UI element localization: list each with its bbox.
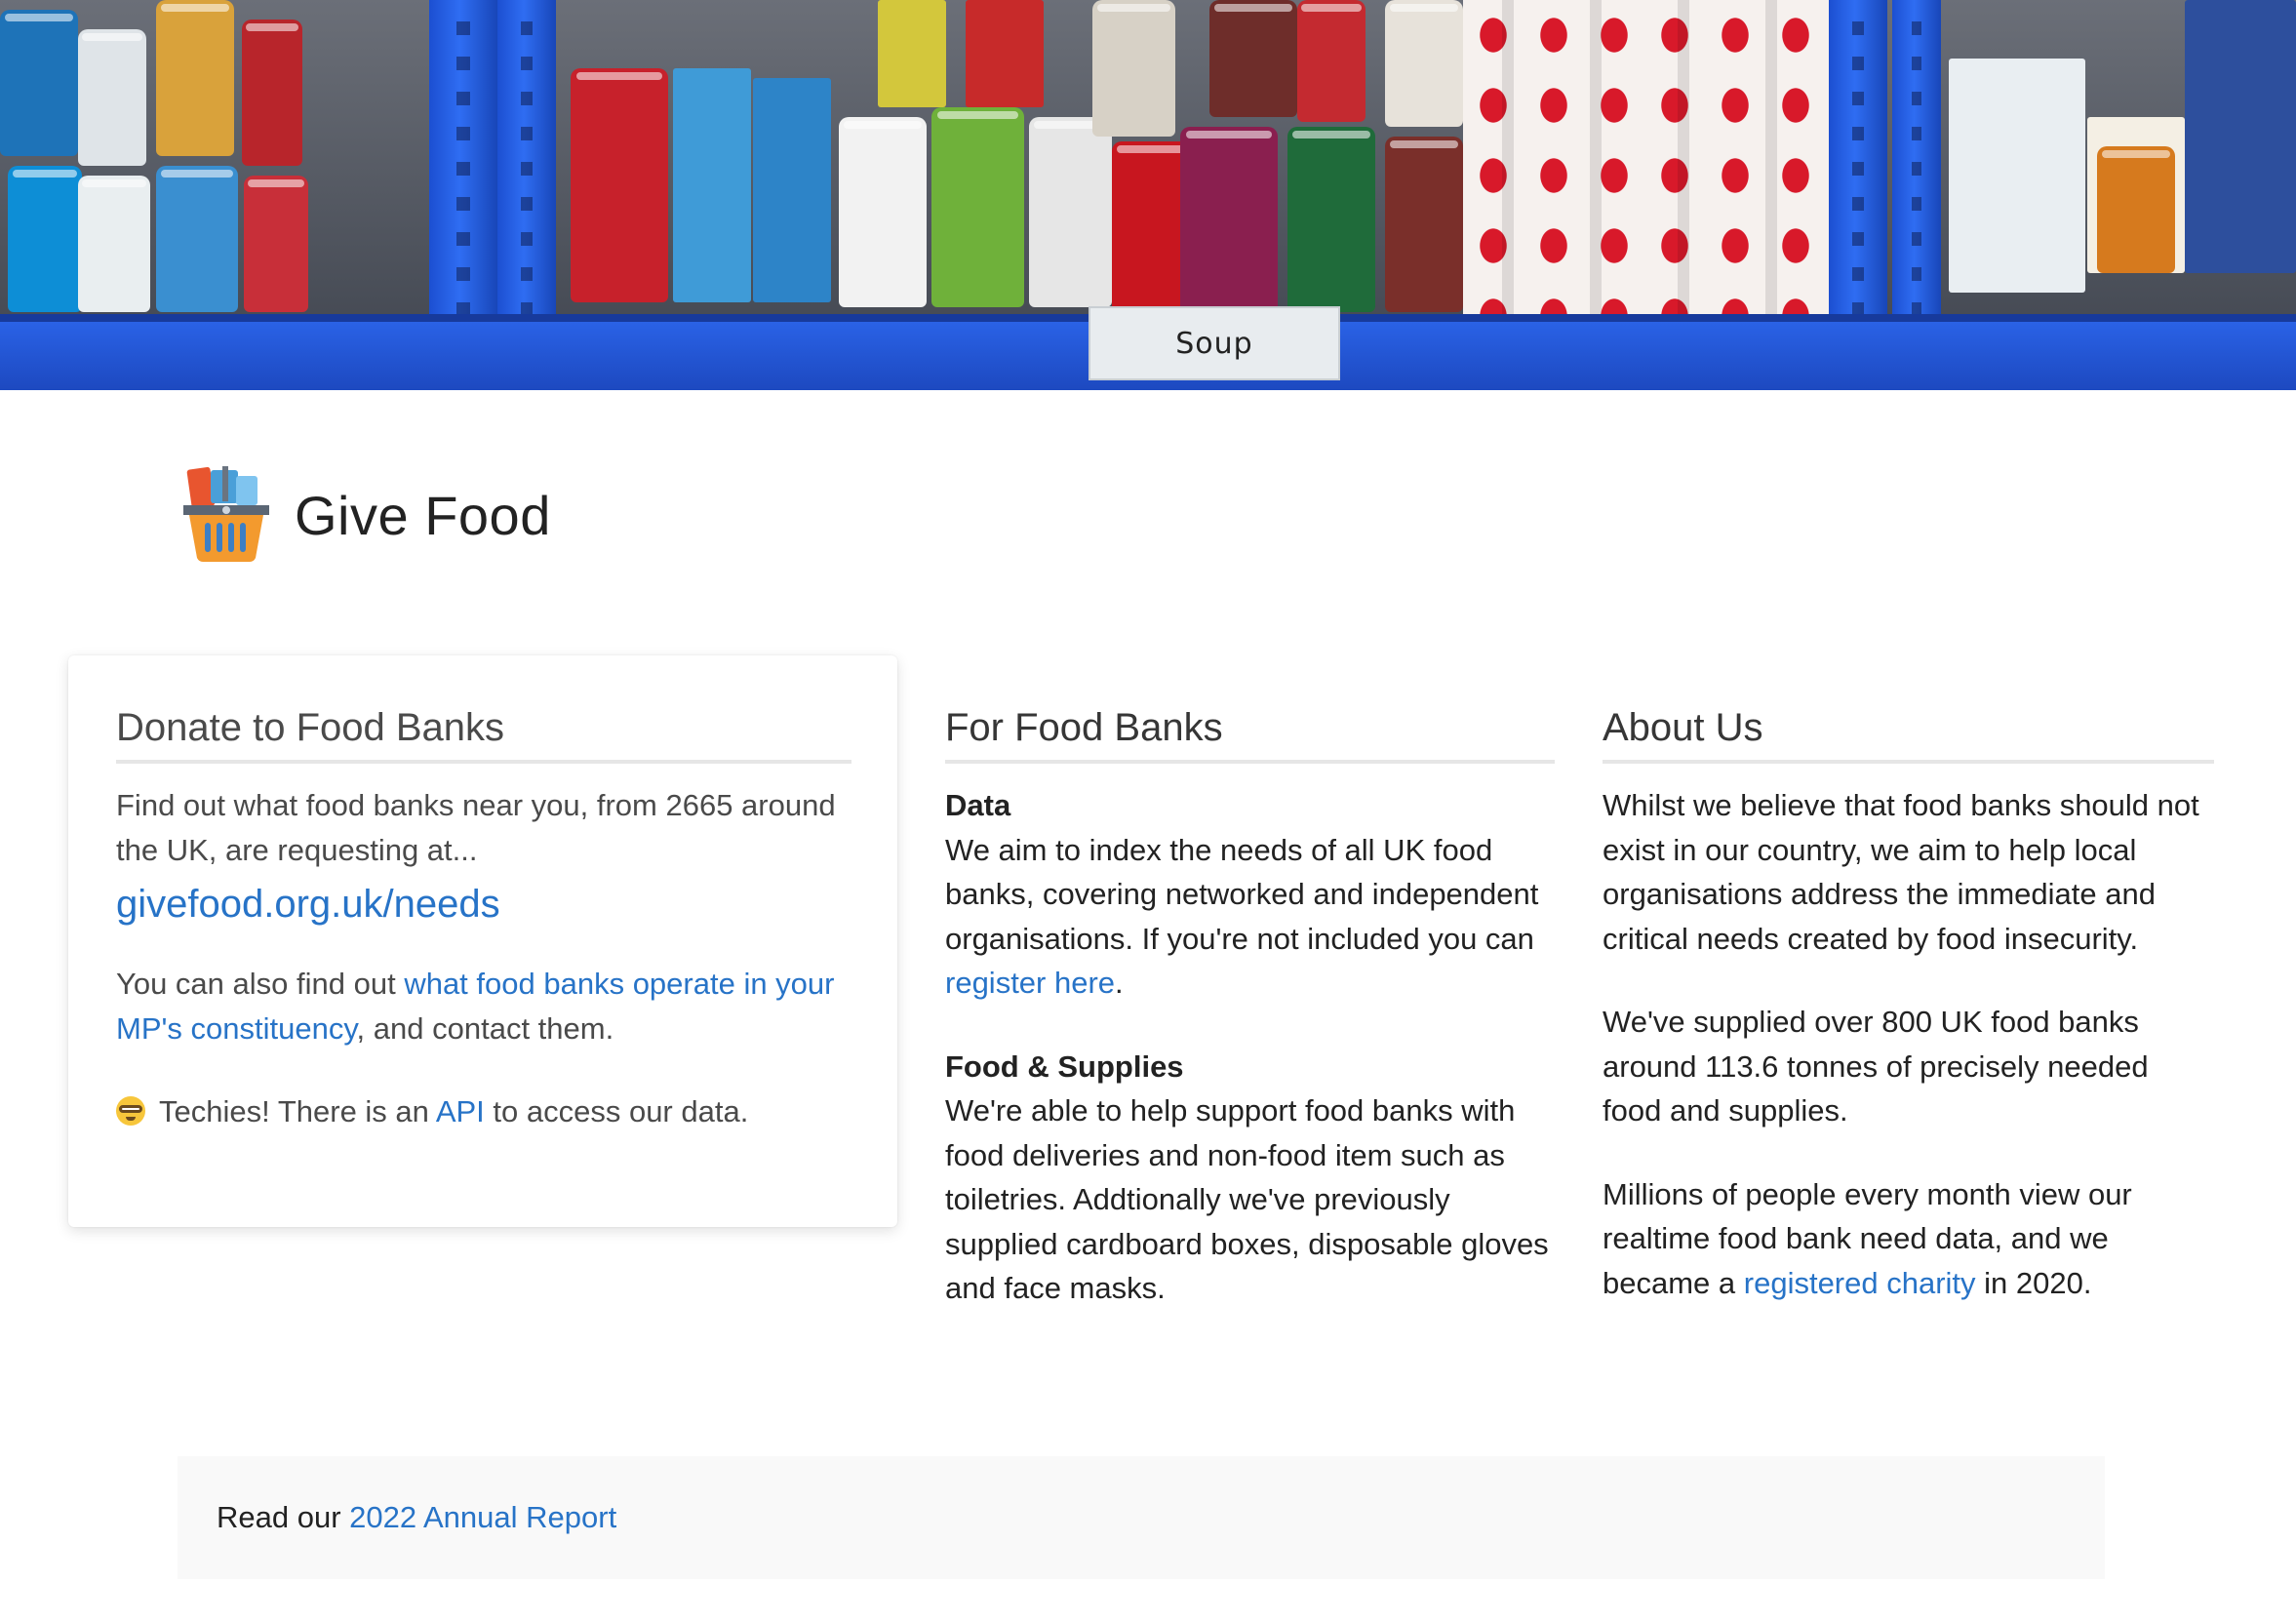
- box-pack: [1949, 59, 2085, 293]
- can-soup: [931, 107, 1024, 307]
- can-soup: [1385, 0, 1463, 127]
- about-p1: Whilst we believe that food banks should…: [1603, 788, 2199, 956]
- can-beans: [8, 166, 82, 312]
- site-brand[interactable]: Give Food: [181, 466, 551, 564]
- can-soup: [1092, 0, 1175, 137]
- register-link[interactable]: register here: [945, 966, 1115, 1000]
- supplies-section: Food & Supplies We're able to help suppo…: [945, 1045, 1555, 1311]
- needs-link[interactable]: givefood.org.uk/needs: [116, 876, 851, 932]
- donate-heading: Donate to Food Banks: [116, 706, 851, 764]
- shelf-label-card: Soup: [1089, 306, 1340, 380]
- box-cup-soup: [753, 78, 831, 302]
- report-prefix: Read our: [217, 1500, 350, 1534]
- can-beans: [242, 20, 302, 166]
- can-soup: [839, 117, 927, 307]
- data-text: We aim to index the needs of all UK food…: [945, 828, 1555, 1006]
- for-food-banks-column: For Food Banks Data We aim to index the …: [945, 706, 1555, 1311]
- donate-column: Donate to Food Banks Find out what food …: [116, 706, 851, 1134]
- mp-prefix: You can also find out: [116, 967, 405, 1001]
- techies-suffix: to access our data.: [484, 1094, 749, 1128]
- hero-banner-photo: Soup: [0, 0, 2296, 390]
- box-cup-soup: [673, 68, 751, 302]
- can-beans: [78, 29, 146, 166]
- data-section: Data We aim to index the needs of all UK…: [945, 783, 1555, 1006]
- can-soup: [1209, 0, 1297, 117]
- about-us-heading: About Us: [1603, 706, 2214, 764]
- about-p2: We've supplied over 800 UK food banks ar…: [1603, 1005, 2149, 1127]
- can-beans: [0, 10, 78, 156]
- techies-paragraph: Techies! There is an API to access our d…: [116, 1089, 851, 1134]
- can-soup: [1180, 127, 1278, 312]
- supplies-title: Food & Supplies: [945, 1048, 1184, 1084]
- box-soup: [966, 0, 1044, 107]
- can-soup: [1385, 137, 1463, 312]
- about-p3: Millions of people every month view our …: [1603, 1172, 2214, 1306]
- can-soup: [571, 68, 668, 302]
- api-link[interactable]: API: [436, 1094, 485, 1128]
- supplies-text: We're able to help support food banks wi…: [945, 1093, 1549, 1305]
- techies-prefix: Techies! There is an: [151, 1094, 436, 1128]
- mp-paragraph: You can also find out what food banks op…: [116, 962, 851, 1050]
- site-title[interactable]: Give Food: [295, 484, 551, 547]
- box-soup: [878, 0, 946, 107]
- can-beans: [244, 176, 308, 312]
- about-p3-suffix: in 2020.: [1975, 1265, 2092, 1300]
- data-title: Data: [945, 788, 1011, 822]
- can-beans: [156, 0, 234, 156]
- annual-report-bar: Read our 2022 Annual Report: [178, 1456, 2105, 1579]
- nerd-face-icon: [116, 1096, 145, 1126]
- can-beans: [78, 176, 150, 312]
- shopping-basket-icon: [181, 466, 271, 564]
- registered-charity-link[interactable]: registered charity: [1744, 1266, 1976, 1300]
- can-soup: [1287, 127, 1375, 312]
- data-text-body: We aim to index the needs of all UK food…: [945, 832, 1539, 956]
- box-pack: [2185, 0, 2296, 273]
- for-food-banks-heading: For Food Banks: [945, 706, 1555, 764]
- can-beans: [156, 166, 238, 312]
- register-suffix: .: [1115, 966, 1124, 1000]
- about-us-column: About Us Whilst we believe that food ban…: [1603, 706, 2214, 1305]
- can-soup: [1029, 117, 1112, 307]
- can-soup: [1297, 0, 1366, 122]
- donate-intro: Find out what food banks near you, from …: [116, 788, 836, 867]
- annual-report-link[interactable]: 2022 Annual Report: [349, 1500, 616, 1535]
- mp-suffix: , and contact them.: [356, 1010, 614, 1046]
- can-tuna: [2097, 146, 2175, 273]
